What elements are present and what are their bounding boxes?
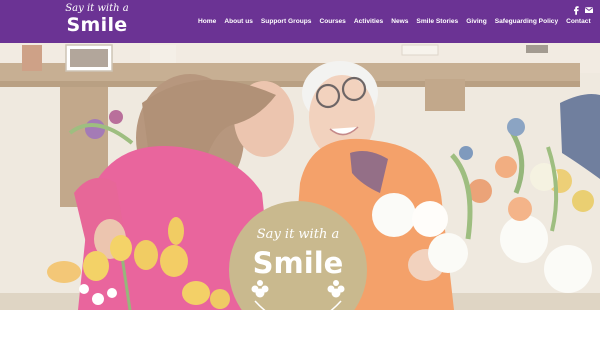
- badge-floral-ornament: [251, 280, 345, 310]
- hero-banner: Say it with a Smile: [0, 43, 600, 310]
- site-logo[interactable]: Say it with a Smile: [64, 3, 130, 41]
- nav-support-groups[interactable]: Support Groups: [261, 16, 312, 28]
- nav-about-us[interactable]: About us: [224, 16, 253, 28]
- facebook-icon[interactable]: [571, 5, 581, 15]
- main-navigation: Home About us Support Groups Courses Act…: [198, 16, 591, 28]
- logo-tagline: Say it with a: [65, 3, 129, 14]
- nav-news[interactable]: News: [391, 16, 408, 28]
- nav-home[interactable]: Home: [198, 16, 216, 28]
- nav-contact[interactable]: Contact: [566, 16, 591, 28]
- nav-giving[interactable]: Giving: [466, 16, 487, 28]
- nav-smile-stories[interactable]: Smile Stories: [416, 16, 458, 28]
- email-icon[interactable]: [584, 5, 594, 15]
- nav-activities[interactable]: Activities: [354, 16, 383, 28]
- nav-safeguarding-policy[interactable]: Safeguarding Policy: [495, 16, 558, 28]
- logo-wordmark: Smile: [66, 14, 128, 36]
- smile-badge: Say it with a Smile: [229, 201, 367, 310]
- page-content-start: [0, 310, 600, 338]
- nav-courses[interactable]: Courses: [319, 16, 345, 28]
- site-header: Say it with a Smile Home About us Suppor…: [0, 0, 600, 43]
